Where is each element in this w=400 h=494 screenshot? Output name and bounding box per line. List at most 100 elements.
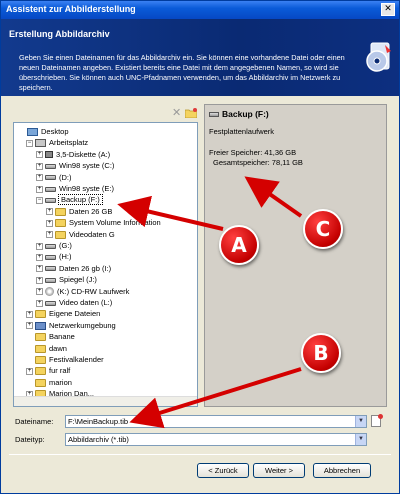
close-button[interactable]: ✕ xyxy=(381,3,395,16)
cancel-button[interactable]: Abbrechen xyxy=(313,463,371,478)
tree-item[interactable]: dawn xyxy=(26,343,67,354)
tree-item-label: Festivalkalender xyxy=(49,355,104,364)
expand-icon[interactable]: + xyxy=(36,185,43,193)
tree-item-label: marion xyxy=(49,377,72,387)
filename-input[interactable]: F:\MeinBackup.tib ▼ xyxy=(65,415,367,428)
collapse-icon[interactable]: − xyxy=(36,196,43,204)
window-title: Assistent zur Abbilderstellung xyxy=(6,4,136,14)
drive-info-title-text: Backup (F:) xyxy=(222,109,269,119)
expand-icon[interactable]: + xyxy=(26,367,33,375)
tree-item[interactable]: + Videodaten G xyxy=(46,229,115,240)
desktop-icon xyxy=(27,128,38,137)
tree-item-label: Video daten (L:) xyxy=(59,298,113,307)
expand-icon[interactable]: + xyxy=(46,219,53,227)
tree-item[interactable]: + fur ralf xyxy=(26,365,70,376)
tree-item-label: Banane xyxy=(49,332,75,342)
cd-icon xyxy=(45,287,54,297)
banner-heading: Erstellung Abbildarchiv xyxy=(9,29,110,39)
title-bar[interactable]: Assistent zur Abbilderstellung ✕ xyxy=(1,1,399,19)
expand-icon[interactable]: + xyxy=(36,162,43,170)
tree-item-label: Arbeitsplatz xyxy=(49,138,89,148)
folder-icon xyxy=(55,230,66,239)
wizard-disc-icon xyxy=(366,42,391,72)
tree-item-label: dawn xyxy=(49,343,67,353)
drive-icon xyxy=(45,266,56,272)
expand-icon[interactable]: + xyxy=(36,253,43,261)
tree-item[interactable]: + System Volume Information xyxy=(46,217,161,228)
tree-item[interactable]: Desktop xyxy=(18,126,69,137)
drive-icon xyxy=(45,197,56,203)
folder-icon xyxy=(35,310,46,319)
filename-dropdown-icon[interactable]: ▼ xyxy=(355,416,366,427)
expand-icon[interactable]: + xyxy=(36,276,43,284)
tree-item[interactable]: − Arbeitsplatz xyxy=(26,137,88,148)
wizard-window: Assistent zur Abbilderstellung ✕ Erstell… xyxy=(0,0,400,494)
tree-item[interactable]: + Spiegel (J:) xyxy=(36,274,97,285)
drive-icon xyxy=(45,175,56,181)
tree-item[interactable]: + Video daten (L:) xyxy=(36,297,112,308)
network-icon xyxy=(35,321,46,330)
collapse-icon[interactable]: − xyxy=(26,139,33,147)
filetype-dropdown-icon[interactable]: ▼ xyxy=(355,434,366,445)
folder-icon xyxy=(35,344,46,353)
folder-icon xyxy=(35,356,46,365)
tree-item[interactable]: + Daten 26 GB xyxy=(46,206,112,217)
tree-item[interactable]: + Win98 syste (C:) xyxy=(36,160,114,171)
tree-item[interactable]: + Netzwerkumgebung xyxy=(26,320,116,331)
tree-item-label: (D:) xyxy=(59,172,72,182)
tree-item[interactable]: + (H:) xyxy=(36,251,72,262)
floppy-icon xyxy=(45,151,53,159)
expand-icon[interactable]: + xyxy=(26,310,33,318)
folder-icon xyxy=(35,367,46,376)
callout-b: B xyxy=(301,333,341,373)
expand-icon[interactable]: + xyxy=(36,299,43,307)
tree-item[interactable]: Banane xyxy=(26,331,75,342)
expand-icon[interactable]: + xyxy=(36,151,43,159)
expand-icon[interactable]: + xyxy=(36,288,43,296)
total-space: Gesamtspeicher: 78,11 GB xyxy=(213,158,303,167)
tree-item[interactable]: + (K:) CD-RW Laufwerk xyxy=(36,286,129,297)
header-banner: Erstellung Abbildarchiv Geben Sie einen … xyxy=(1,19,399,96)
new-folder-icon[interactable] xyxy=(185,108,197,118)
tree-item-label: 3,5-Diskette (A:) xyxy=(56,149,111,159)
tree-item[interactable]: + (D:) xyxy=(36,172,72,183)
drive-icon xyxy=(45,243,56,249)
expand-icon[interactable]: + xyxy=(36,265,43,273)
expand-icon[interactable]: + xyxy=(46,231,53,239)
next-button[interactable]: Weiter > xyxy=(253,463,305,478)
new-file-icon[interactable] xyxy=(371,414,383,427)
drive-icon xyxy=(209,112,219,118)
tree-item-label: Win98 syste (E:) xyxy=(59,184,115,193)
tree-item[interactable]: + Eigene Dateien xyxy=(26,308,100,319)
filename-label: Dateiname: xyxy=(15,417,54,426)
tree-item[interactable]: − Backup (F:) xyxy=(36,194,103,206)
expand-icon[interactable]: + xyxy=(26,322,33,330)
filetype-select[interactable]: Abbildarchiv (*.tib) ▼ xyxy=(65,433,367,446)
tree-item[interactable]: +3,5-Diskette (A:) xyxy=(36,149,110,160)
tree-item-label: Spiegel (J:) xyxy=(59,275,97,285)
tree-item[interactable]: + Daten 26 gb (I:) xyxy=(36,263,111,274)
folder-icon xyxy=(55,207,66,216)
filetype-label: Dateityp: xyxy=(15,435,45,444)
free-space: Freier Speicher: 41,36 GB xyxy=(209,148,297,157)
folder-tree[interactable]: + Marion Dan... marion + fur ralf Festivalkal… xyxy=(13,122,198,407)
tree-item[interactable]: + (G:) xyxy=(36,240,72,251)
back-button[interactable]: < Zurück xyxy=(197,463,249,478)
drive-icon xyxy=(45,300,56,306)
tree-item[interactable]: marion xyxy=(26,377,72,388)
banner-description: Geben Sie einen Dateinamen für das Abbil… xyxy=(19,53,345,92)
drive-type: Festplattenlaufwerk xyxy=(209,127,275,136)
tree-item-label: fur ralf xyxy=(49,366,71,376)
tree-item-label: (G:) xyxy=(59,241,72,250)
delete-icon[interactable]: ✕ xyxy=(172,107,182,118)
tree-item[interactable]: + Win98 syste (E:) xyxy=(36,183,114,194)
tree-item-label: (K:) CD-RW Laufwerk xyxy=(57,286,130,296)
tree-item[interactable]: Festivalkalender xyxy=(26,354,104,365)
expand-icon[interactable]: + xyxy=(46,208,53,216)
tree-item-label: Daten 26 GB xyxy=(69,206,113,216)
expand-icon[interactable]: + xyxy=(36,174,43,182)
expand-icon[interactable]: + xyxy=(36,242,43,250)
button-separator xyxy=(9,454,391,455)
folder-icon xyxy=(55,219,66,228)
tree-horizontal-scrollbar[interactable] xyxy=(14,396,197,406)
